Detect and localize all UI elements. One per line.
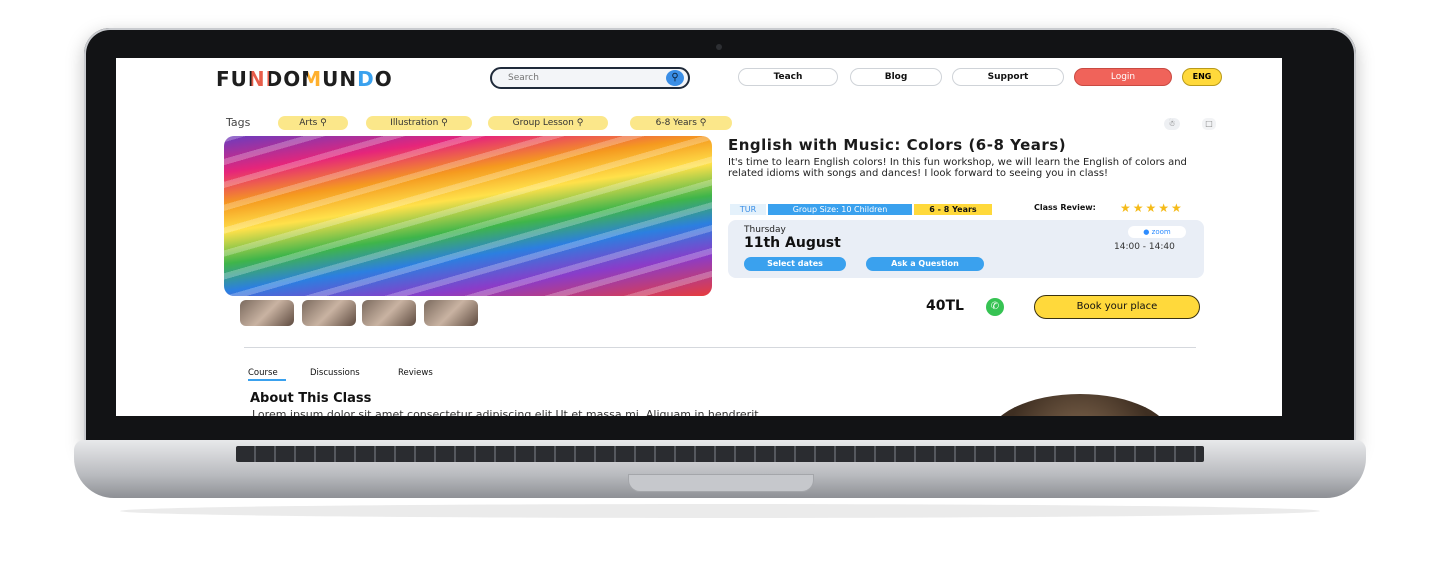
class-hero-image	[224, 136, 712, 296]
about-heading: About This Class	[250, 391, 372, 406]
search-icon: ⚲	[576, 118, 584, 128]
bookmark-icon[interactable]: □	[1202, 118, 1216, 130]
select-dates-button[interactable]: Select dates	[744, 257, 846, 271]
search-icon: ⚲	[320, 118, 327, 128]
zoom-icon: ● zoom	[1128, 226, 1186, 238]
search-icon: ⚲	[441, 118, 448, 128]
gallery-thumbnail[interactable]	[302, 300, 356, 326]
tags-label: Tags	[226, 116, 251, 129]
nav-teach-button[interactable]: Teach	[738, 68, 838, 86]
price: 40TL	[926, 298, 964, 314]
teacher-photo	[988, 394, 1172, 416]
whatsapp-icon[interactable]: ✆	[986, 298, 1004, 316]
search-icon[interactable]: ⚲	[666, 70, 684, 86]
logo[interactable]: FUNDOMUNDO	[216, 67, 393, 91]
trackpad-notch	[628, 474, 814, 492]
tag-label: Illustration	[390, 118, 439, 128]
tag-arts[interactable]: Arts ⚲	[278, 116, 348, 130]
platform-label: zoom	[1151, 228, 1171, 236]
tag-age[interactable]: 6-8 Years ⚲	[630, 116, 732, 130]
ask-question-button[interactable]: Ask a Question	[866, 257, 984, 271]
active-tab-indicator	[248, 379, 286, 381]
age-chip: 6 - 8 Years	[914, 204, 992, 215]
nav-support-button[interactable]: Support	[952, 68, 1064, 86]
search-bar: ⚲	[490, 67, 690, 89]
schedule-day: Thursday	[744, 225, 786, 235]
class-review-label: Class Review:	[1034, 203, 1096, 212]
tag-illustration[interactable]: Illustration ⚲	[366, 116, 472, 130]
search-icon: ⚲	[699, 118, 707, 128]
tab-discussions[interactable]: Discussions	[310, 368, 360, 378]
nav-blog-button[interactable]: Blog	[850, 68, 942, 86]
camera-dot	[716, 44, 722, 50]
language-chip: TUR	[730, 204, 766, 215]
gallery-thumbnail[interactable]	[240, 300, 294, 326]
tag-label: Arts	[299, 118, 318, 128]
screen: FUNDOMUNDO ⚲ Teach Blog Support Login EN…	[116, 58, 1282, 416]
schedule-card: Thursday 11th August ● zoom 14:00 - 14:4…	[728, 220, 1204, 278]
keyboard	[236, 446, 1204, 462]
book-place-button[interactable]: Book your place	[1034, 295, 1200, 319]
tab-reviews[interactable]: Reviews	[398, 368, 433, 378]
group-size-chip: Group Size: 10 Children	[768, 204, 912, 215]
tag-label: Group Lesson	[512, 118, 574, 128]
about-text: Lorem ipsum dolor sit amet consectetur a…	[252, 408, 759, 416]
class-description: It's time to learn English colors! In th…	[728, 157, 1187, 179]
schedule-time: 14:00 - 14:40	[1114, 242, 1175, 252]
search-input[interactable]	[506, 72, 660, 84]
language-button[interactable]: ENG	[1182, 68, 1222, 86]
class-title: English with Music: Colors (6-8 Years)	[728, 136, 1067, 154]
section-divider	[244, 347, 1196, 348]
star-rating-icon: ★★★★★	[1120, 201, 1184, 215]
top-navbar: FUNDOMUNDO ⚲ Teach Blog Support Login EN…	[116, 58, 1282, 94]
tag-label: 6-8 Years	[655, 118, 697, 128]
laptop-mockup: FUNDOMUNDO ⚲ Teach Blog Support Login EN…	[0, 0, 1440, 582]
login-button[interactable]: Login	[1074, 68, 1172, 86]
gallery-thumbnail[interactable]	[362, 300, 416, 326]
tag-group-lesson[interactable]: Group Lesson ⚲	[488, 116, 608, 130]
laptop-shadow	[120, 504, 1320, 518]
tab-course[interactable]: Course	[248, 368, 278, 378]
gallery-thumbnail[interactable]	[424, 300, 478, 326]
schedule-date: 11th August	[744, 235, 841, 251]
share-icon[interactable]: ☃	[1164, 118, 1180, 130]
